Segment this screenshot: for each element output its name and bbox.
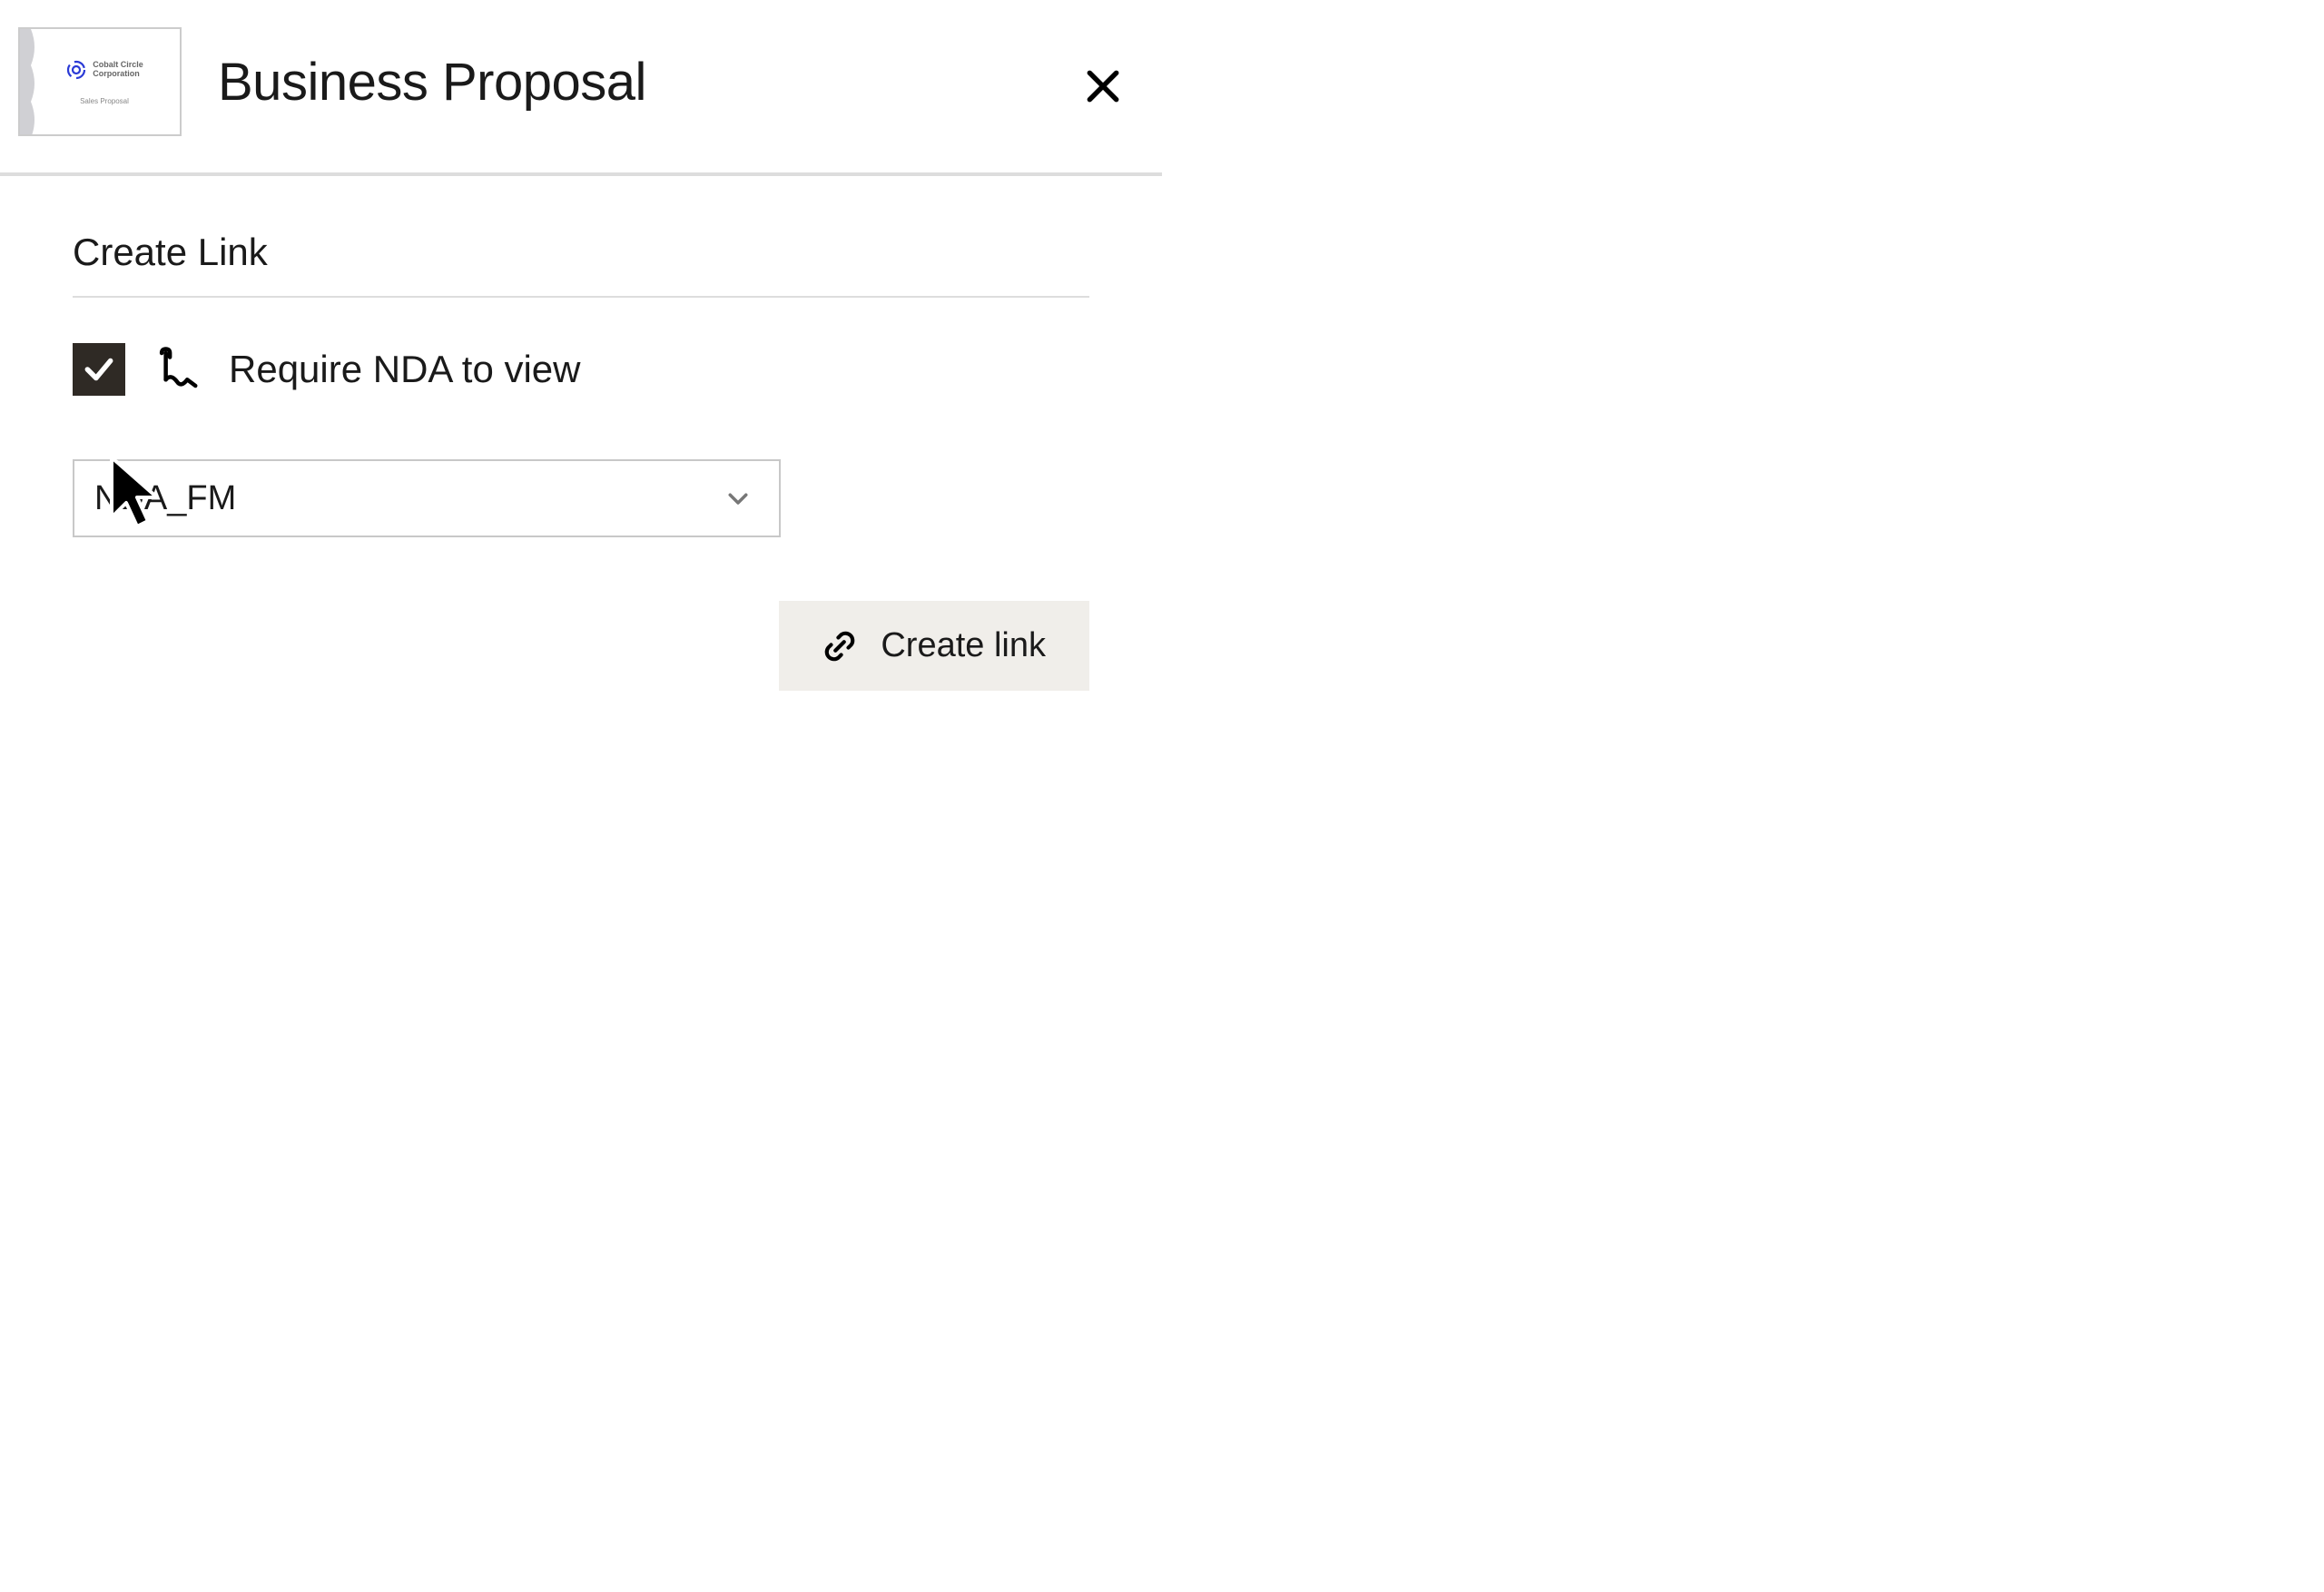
signature-icon [153, 345, 202, 394]
chevron-down-icon [724, 485, 752, 512]
thumbnail-wave-decoration [31, 29, 38, 136]
document-thumbnail: Cobalt Circle Corporation Sales Proposal [18, 27, 182, 136]
thumbnail-binding-edge [20, 29, 31, 134]
require-nda-checkbox[interactable] [73, 343, 125, 396]
dialog-actions: Create link [73, 601, 1089, 691]
checkmark-icon [82, 352, 116, 387]
nda-select-value: NDA_FM [94, 479, 236, 518]
thumbnail-brand-row: Cobalt Circle Corporation [65, 59, 143, 81]
require-nda-label: Require NDA to view [229, 348, 581, 391]
close-icon [1083, 66, 1123, 106]
dialog-header: Cobalt Circle Corporation Sales Proposal… [0, 0, 1162, 176]
link-icon [822, 629, 857, 663]
dialog-content: Create Link Require NDA to view NDA_FM [0, 176, 1162, 727]
nda-select-row: NDA_FM [73, 459, 1089, 537]
thumbnail-brand-text: Cobalt Circle Corporation [93, 61, 143, 79]
nda-template-select[interactable]: NDA_FM [73, 459, 781, 537]
require-nda-row: Require NDA to view [73, 343, 1089, 396]
close-button[interactable] [1080, 64, 1126, 109]
section-title: Create Link [73, 231, 1089, 298]
dialog-title: Business Proposal [218, 52, 646, 113]
cobalt-circle-logo-icon [65, 59, 87, 81]
create-link-button-label: Create link [881, 626, 1046, 665]
create-link-button[interactable]: Create link [779, 601, 1089, 691]
thumbnail-brand-line2: Corporation [93, 70, 143, 79]
thumbnail-subtitle: Sales Proposal [80, 97, 129, 105]
